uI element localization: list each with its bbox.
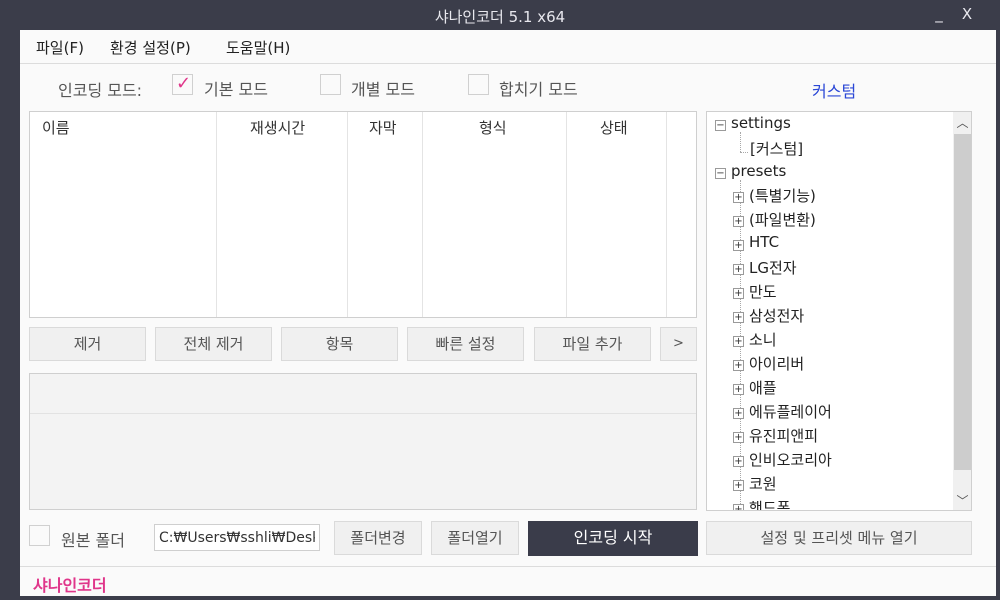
column-status: 상태 [567,112,667,317]
custom-link[interactable]: 커스텀 [812,78,856,102]
column-header-duration[interactable]: 재생시간 [250,117,305,138]
tree-connector [740,132,741,152]
start-encoding-button[interactable]: 인코딩 시작 [528,521,698,556]
tree-node-settings[interactable]: settings [731,114,791,132]
collapse-icon[interactable]: − [715,120,726,131]
tree-node-presets[interactable]: presets [731,162,786,180]
expand-icon[interactable]: + [733,456,744,467]
menu-divider [20,63,996,64]
tree-node-preset[interactable]: LG전자 [749,257,797,278]
scroll-thumb[interactable] [954,134,971,470]
tree-node-preset[interactable]: 에듀플레이어 [749,401,832,422]
tree-node-preset[interactable]: 인비오코리아 [749,449,832,470]
expand-icon[interactable]: + [733,336,744,347]
tree-node-preset[interactable]: 소니 [749,329,777,350]
column-header-name[interactable]: 이름 [42,117,70,138]
tree-node-preset[interactable]: 만도 [749,281,777,302]
scroll-up-icon[interactable]: ︿ [953,114,971,131]
expand-icon[interactable]: + [733,432,744,443]
tree-node-preset[interactable]: HTC [749,233,779,251]
tree-node-preset[interactable]: 핸드폰 [749,497,790,510]
column-name: 이름 [30,112,217,317]
expand-icon[interactable]: + [733,216,744,227]
file-list[interactable]: 이름 재생시간 자막 형식 상태 [29,111,697,318]
tree-scrollbar[interactable]: ︿ ﹀ [953,112,971,510]
remove-button[interactable]: 제거 [29,327,146,361]
remove-all-button[interactable]: 전체 제거 [155,327,272,361]
expand-icon[interactable]: + [733,240,744,251]
tree-node-preset[interactable]: 코원 [749,473,777,494]
column-duration: 재생시간 [217,112,348,317]
client-area: 파일(F) 환경 설정(P) 도움말(H) 인코딩 모드: ✓ 기본 모드 개별… [20,30,996,596]
column-header-status[interactable]: 상태 [600,117,628,138]
title-bar[interactable]: 샤나인코더 5.1 x64 _ X [0,0,1000,30]
info-pane [29,373,697,510]
checkmark-icon: ✓ [176,73,192,94]
app-window: 샤나인코더 5.1 x64 _ X 파일(F) 환경 설정(P) 도움말(H) … [0,0,1000,600]
individual-mode-checkbox[interactable] [320,74,341,95]
open-folder-button[interactable]: 폴더열기 [431,521,519,555]
expand-icon[interactable]: + [733,360,744,371]
basic-mode-label[interactable]: 기본 모드 [204,76,268,100]
expand-icon[interactable]: + [733,288,744,299]
quick-settings-button[interactable]: 빠른 설정 [407,327,524,361]
status-bar: 샤나인코더 [20,565,996,596]
column-header-format[interactable]: 형식 [479,117,507,138]
brand-label: 샤나인코더 [33,576,107,595]
encoding-mode-label: 인코딩 모드: [58,81,143,100]
expand-icon[interactable]: + [733,192,744,203]
menu-bar: 파일(F) 환경 설정(P) 도움말(H) [20,30,996,60]
expand-icon[interactable]: + [733,504,744,510]
tree-node-preset[interactable]: (파일변환) [749,209,816,230]
minimize-button[interactable]: _ [929,5,949,23]
add-file-button[interactable]: 파일 추가 [534,327,651,361]
tree-connector [740,152,748,153]
column-header-subtitle[interactable]: 자막 [369,117,397,138]
open-settings-menu-button[interactable]: 설정 및 프리셋 메뉴 열기 [706,521,972,555]
origin-folder-checkbox[interactable] [29,525,50,546]
more-button[interactable]: > [660,327,697,361]
merge-mode-checkbox[interactable] [468,74,489,95]
tree-node-preset[interactable]: 아이리버 [749,353,804,374]
close-button[interactable]: X [957,5,977,23]
tree-node-preset[interactable]: 삼성전자 [749,305,804,326]
preset-tree[interactable]: − settings [커스텀] − presets + (특별기능) + (파… [706,111,972,511]
basic-mode-checkbox[interactable]: ✓ [172,73,193,95]
info-pane-divider [30,413,696,414]
expand-icon[interactable]: + [733,384,744,395]
window-title: 샤나인코더 5.1 x64 [434,8,566,26]
origin-folder-label[interactable]: 원본 폴더 [61,527,125,551]
menu-help[interactable]: 도움말(H) [226,37,290,58]
change-folder-button[interactable]: 폴더변경 [334,521,422,555]
expand-icon[interactable]: + [733,480,744,491]
item-button[interactable]: 항목 [281,327,398,361]
menu-preferences[interactable]: 환경 설정(P) [110,37,191,58]
expand-icon[interactable]: + [733,312,744,323]
column-subtitle: 자막 [348,112,423,317]
collapse-icon[interactable]: − [715,168,726,179]
scroll-down-icon[interactable]: ﹀ [953,492,971,509]
tree-node-preset[interactable]: (특별기능) [749,185,816,206]
tree-node-custom[interactable]: [커스텀] [750,138,803,159]
merge-mode-label[interactable]: 합치기 모드 [499,76,578,100]
output-path-field[interactable] [154,524,320,551]
expand-icon[interactable]: + [733,408,744,419]
menu-file[interactable]: 파일(F) [36,37,84,58]
tree-node-preset[interactable]: 애플 [749,377,777,398]
tree-node-preset[interactable]: 유진피앤피 [749,425,818,446]
individual-mode-label[interactable]: 개별 모드 [351,76,415,100]
expand-icon[interactable]: + [733,264,744,275]
column-format: 형식 [423,112,567,317]
